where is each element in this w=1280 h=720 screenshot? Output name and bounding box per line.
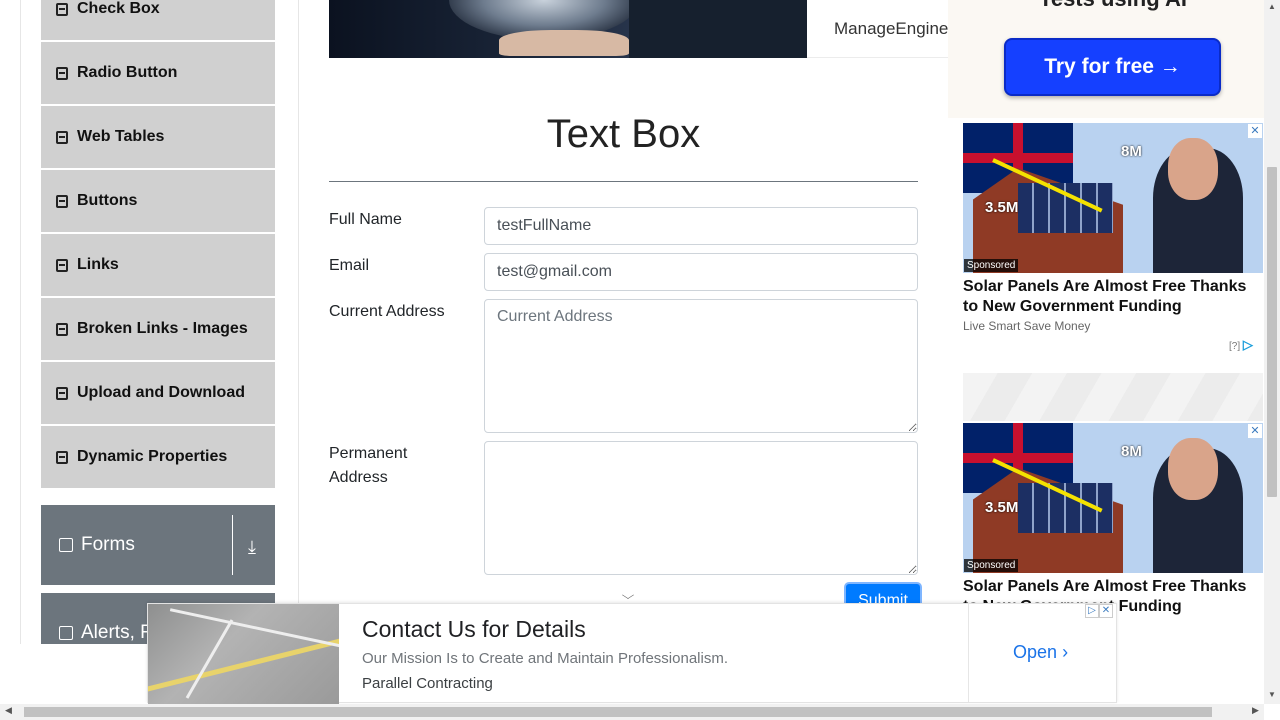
- current-address-input[interactable]: [484, 299, 918, 433]
- sidebar-item-upload-download[interactable]: Upload and Download: [41, 362, 275, 424]
- download-icon[interactable]: ⤓: [248, 537, 256, 558]
- face-graphic: [1168, 438, 1218, 500]
- page-title: Text Box: [546, 112, 701, 156]
- ad-placeholder: [963, 373, 1263, 421]
- full-name-input[interactable]: [484, 207, 918, 245]
- ad-label-8m: 8M: [1121, 143, 1142, 160]
- group-divider: [232, 515, 233, 575]
- permanent-address-label: Permanent Address: [329, 445, 408, 486]
- html-icon: [56, 386, 68, 400]
- banner-brand[interactable]: ManageEngine: [807, 0, 948, 58]
- scroll-left-icon[interactable]: ◀: [5, 705, 12, 716]
- sidebar-item-label: Broken Links - Images: [77, 320, 248, 337]
- bottom-ad-subtitle: Our Mission Is to Create and Maintain Pr…: [362, 650, 728, 667]
- adchoices-icon[interactable]: [?] ▷: [1229, 337, 1253, 353]
- window-icon: [59, 626, 73, 640]
- close-icon[interactable]: ✕: [1099, 604, 1113, 618]
- email-input[interactable]: [484, 253, 918, 291]
- html-icon: [56, 194, 68, 208]
- ad-image-solar-1[interactable]: 8M 3.5M Sponsored ✕: [963, 123, 1263, 273]
- top-ad-heading: Tests using AI: [1028, 0, 1198, 12]
- html-icon: [56, 322, 68, 336]
- html-icon: [56, 66, 68, 80]
- try-for-free-button[interactable]: Try for free →: [1004, 38, 1221, 96]
- ad-label-3-5m: 3.5M: [985, 499, 1019, 516]
- permanent-address-input[interactable]: [484, 441, 918, 575]
- adchoices-label: [?]: [1229, 341, 1241, 352]
- open-text: Open: [1013, 642, 1058, 662]
- vertical-scroll-thumb[interactable]: [1267, 167, 1277, 497]
- sidebar-item-label: Radio Button: [77, 64, 178, 81]
- sidebar-item-radio-button[interactable]: Radio Button: [41, 42, 275, 104]
- html-icon: [56, 258, 68, 272]
- html-icon: [56, 2, 68, 16]
- html-icon: [56, 130, 68, 144]
- sponsored-badge: Sponsored: [964, 559, 1019, 572]
- sidebar-item-label: Web Tables: [77, 128, 165, 145]
- ad-headline[interactable]: Solar Panels Are Almost Free Thanks to N…: [963, 277, 1263, 317]
- left-panel: Check Box Radio Button Web Tables Button…: [20, 0, 299, 644]
- open-label: Open ›: [1013, 642, 1068, 663]
- hand-graphic: [499, 30, 629, 56]
- bottom-ad-advertiser: Parallel Contracting: [362, 675, 493, 692]
- group-header-forms[interactable]: Forms ⤓: [41, 505, 275, 585]
- suit-graphic: [629, 0, 807, 58]
- current-address-label: Current Address: [329, 303, 445, 320]
- horizontal-scroll-thumb[interactable]: [24, 707, 1212, 717]
- group-label: Forms: [81, 534, 135, 555]
- parking-lot-image: [148, 604, 339, 704]
- sidebar-item-label: Check Box: [77, 0, 160, 17]
- full-name-label: Full Name: [329, 211, 402, 228]
- sidebar-item-broken-links[interactable]: Broken Links - Images: [41, 298, 275, 360]
- sidebar-item-buttons[interactable]: Buttons: [41, 170, 275, 232]
- sidebar-item-check-box[interactable]: Check Box: [41, 0, 275, 40]
- form-icon: [59, 538, 73, 552]
- sponsored-badge: Sponsored: [964, 259, 1019, 272]
- adchoices-icon[interactable]: ▷: [1085, 604, 1099, 618]
- group-label: Alerts, F: [81, 622, 152, 643]
- sidebar-item-label: Links: [77, 256, 119, 273]
- face-graphic: [1168, 138, 1218, 200]
- sidebar-item-links[interactable]: Links: [41, 234, 275, 296]
- sidebar-item-dynamic-properties[interactable]: Dynamic Properties: [41, 426, 275, 488]
- bottom-ad[interactable]: Contact Us for Details Our Mission Is to…: [147, 603, 1117, 704]
- close-icon[interactable]: ✕: [1248, 124, 1262, 138]
- banner-ad-image[interactable]: [329, 0, 807, 58]
- html-icon: [56, 450, 68, 464]
- sidebar-item-label: Upload and Download: [77, 384, 245, 401]
- title-divider: [329, 181, 918, 182]
- sidebar-item-web-tables[interactable]: Web Tables: [41, 106, 275, 168]
- ad-label-8m: 8M: [1121, 443, 1142, 460]
- bottom-ad-title[interactable]: Contact Us for Details: [362, 616, 586, 643]
- sidebar-item-label: Buttons: [77, 192, 138, 209]
- ad-label-3-5m: 3.5M: [985, 199, 1019, 216]
- chevron-right-icon: ›: [1062, 642, 1069, 662]
- ad-source[interactable]: Live Smart Save Money: [963, 319, 1090, 333]
- ad-controls: ▷ ✕: [1085, 604, 1117, 620]
- sidebar-item-label: Dynamic Properties: [77, 448, 228, 465]
- ad-image-solar-2[interactable]: 8M 3.5M Sponsored ✕: [963, 423, 1263, 573]
- close-icon[interactable]: ✕: [1248, 424, 1262, 438]
- email-label: Email: [329, 257, 370, 274]
- scroll-down-icon[interactable]: ▼: [1268, 690, 1276, 699]
- road-line: [185, 619, 234, 699]
- scroll-up-icon[interactable]: ▲: [1268, 2, 1276, 11]
- scroll-right-icon[interactable]: ▶: [1252, 705, 1259, 716]
- chevron-down-icon[interactable]: [622, 591, 634, 599]
